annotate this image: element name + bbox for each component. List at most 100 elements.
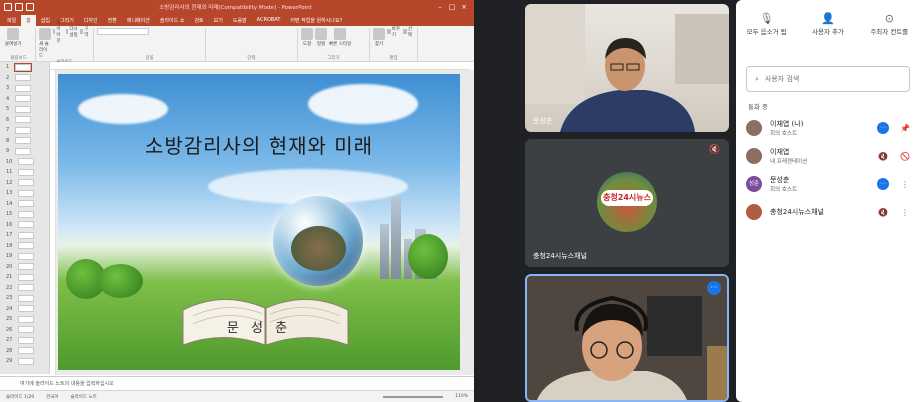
minimize-icon[interactable]: – bbox=[434, 3, 446, 11]
ribbon-small-button[interactable]: 구역 bbox=[79, 27, 90, 38]
video-tile-moon[interactable]: 문성춘 bbox=[525, 4, 729, 132]
close-icon[interactable]: × bbox=[458, 3, 470, 11]
participant-row[interactable]: 충청24시뉴스채널 🔇 ⋮ bbox=[746, 198, 916, 226]
slide-thumbnail[interactable]: 24 bbox=[0, 304, 49, 315]
slide-preview bbox=[15, 105, 32, 113]
ribbon-button[interactable]: 빠른 스타일 bbox=[329, 28, 351, 55]
slide-thumbnail[interactable]: 16 bbox=[0, 220, 49, 231]
ribbon-small-button[interactable]: 레이아웃 bbox=[53, 21, 64, 44]
ribbon-tab[interactable]: 슬라이드 쇼 bbox=[155, 15, 190, 26]
cloud bbox=[308, 84, 418, 124]
slide-thumbnail[interactable]: 18 bbox=[0, 241, 49, 252]
video-tile-news[interactable]: 🔇 충청24시뉴스 충청24시뉴스채널 bbox=[525, 139, 729, 267]
ribbon-button[interactable]: 붙여넣기 bbox=[5, 28, 22, 55]
more-options-icon[interactable]: ⋯ bbox=[707, 281, 721, 295]
notes-pane[interactable]: 여기에 슬라이드 노트의 내용을 입력하십시오 bbox=[0, 376, 474, 390]
ribbon-button-label: 레이아웃 bbox=[56, 20, 61, 44]
ribbon-tab[interactable]: 디자인 bbox=[79, 15, 103, 26]
participant-status-icon[interactable]: ⋯ bbox=[872, 178, 894, 190]
ribbon-tab[interactable]: 도움말 bbox=[228, 15, 252, 26]
slide-thumbnail[interactable]: 14 bbox=[0, 199, 49, 210]
slide-thumbnail[interactable]: 19 bbox=[0, 251, 49, 262]
slide-thumbnail[interactable]: 29 bbox=[0, 356, 49, 367]
video-tile-self[interactable]: ⋯ bbox=[525, 274, 729, 402]
slide-thumbnail[interactable]: 3 bbox=[0, 83, 49, 94]
slide-thumbnail[interactable]: 26 bbox=[0, 325, 49, 336]
slide-thumbnail[interactable]: 7 bbox=[0, 125, 49, 136]
ribbon-small-button[interactable]: 바꾸기 bbox=[387, 27, 401, 38]
participant-status-icon[interactable]: 🔇 bbox=[872, 152, 894, 161]
ribbon-tab[interactable]: 검토 bbox=[189, 15, 208, 26]
undo-icon[interactable] bbox=[15, 3, 23, 11]
slide-title[interactable]: 소방감리사의 현재와 미래 bbox=[58, 130, 460, 159]
slide-thumbnail[interactable]: 17 bbox=[0, 230, 49, 241]
font-name-box[interactable] bbox=[97, 28, 149, 35]
ribbon-button[interactable]: 새 슬라이드 bbox=[39, 28, 51, 59]
ribbon-group: 찾기 바꾸기 선택 편집 bbox=[370, 27, 418, 61]
slide-preview bbox=[14, 62, 33, 72]
ribbon-button[interactable]: 찾기 bbox=[373, 28, 385, 55]
slide-thumbnail[interactable]: 13 bbox=[0, 188, 49, 199]
panel-action-button[interactable]: 🎙 모두 음소거 됨 bbox=[739, 13, 795, 58]
notes-toggle[interactable]: 슬라이드 노트 bbox=[71, 394, 97, 400]
panel-action-button[interactable]: ⊙ 주최자 컨트롤 bbox=[861, 13, 917, 58]
ribbon-tab[interactable]: 어떤 작업을 원하시나요? bbox=[285, 15, 347, 26]
slide-thumbnail[interactable]: 1 bbox=[0, 62, 49, 73]
participant-row[interactable]: 이재엽 (나) 회의 호스트 ⋯ 📌 bbox=[746, 114, 916, 142]
maximize-icon[interactable]: □ bbox=[446, 3, 458, 11]
redo-icon[interactable] bbox=[26, 3, 34, 11]
slide-preview bbox=[18, 273, 35, 281]
ribbon-group: 도형 정렬 빠른 스타일 그리기 bbox=[298, 28, 370, 61]
slide-thumbnail[interactable]: 2 bbox=[0, 73, 49, 84]
save-icon[interactable] bbox=[4, 3, 12, 11]
slide-thumbnail[interactable]: 5 bbox=[0, 104, 49, 115]
slide-number: 21 bbox=[6, 274, 13, 281]
participant-action-icon[interactable]: 📌 bbox=[894, 124, 916, 133]
slide-thumbnail[interactable]: 12 bbox=[0, 178, 49, 189]
panel-action-button[interactable]: 👤 사용자 추가 bbox=[800, 13, 856, 58]
ribbon-tab[interactable]: 보기 bbox=[209, 15, 228, 26]
slide-thumbnail[interactable]: 15 bbox=[0, 209, 49, 220]
participant-action-icon[interactable]: 🚫 bbox=[894, 152, 916, 161]
slide-thumbnail[interactable]: 20 bbox=[0, 262, 49, 273]
slide-thumbnail[interactable]: 22 bbox=[0, 283, 49, 294]
ribbon-tab[interactable]: 전환 bbox=[103, 15, 122, 26]
slide-thumbnail[interactable]: 4 bbox=[0, 94, 49, 105]
slide[interactable]: 소방감리사의 현재와 미래 문 성 춘 bbox=[58, 74, 460, 370]
participant-action-icon[interactable]: ⋮ bbox=[894, 180, 916, 189]
slide-author[interactable]: 문 성 춘 bbox=[58, 317, 460, 336]
ribbon-tab[interactable]: 애니메이션 bbox=[122, 15, 155, 26]
ribbon-button[interactable]: 정렬 bbox=[315, 28, 327, 55]
participant-row[interactable]: 성춘 문성춘 회의 호스트 ⋯ ⋮ bbox=[746, 170, 916, 198]
slide-thumbnail[interactable]: 10 bbox=[0, 157, 49, 168]
slide-thumbnail[interactable]: 6 bbox=[0, 115, 49, 126]
slide-preview bbox=[18, 326, 35, 334]
ribbon-tab[interactable]: ACROBAT bbox=[252, 15, 286, 26]
zoom-slider[interactable] bbox=[383, 395, 444, 398]
slide-thumbnail[interactable]: 21 bbox=[0, 272, 49, 283]
slide-thumbnail[interactable]: 8 bbox=[0, 136, 49, 147]
slide-thumbnail[interactable]: 28 bbox=[0, 346, 49, 357]
slide-thumbnail[interactable]: 9 bbox=[0, 146, 49, 157]
slide-preview bbox=[18, 242, 35, 250]
ribbon-tab[interactable]: 파일 bbox=[2, 15, 21, 26]
slide-thumbnail[interactable]: 25 bbox=[0, 314, 49, 325]
slide-thumbnail[interactable]: 27 bbox=[0, 335, 49, 346]
participant-action-icon[interactable]: ⋮ bbox=[894, 208, 916, 217]
ribbon-tab[interactable]: 삽입 bbox=[36, 15, 55, 26]
slide-number: 15 bbox=[6, 211, 13, 218]
ribbon-button[interactable]: 도형 bbox=[301, 28, 313, 55]
search-input[interactable]: ⌕ 사용자 검색 bbox=[746, 66, 910, 92]
ribbon-small-button[interactable]: 다시 설정 bbox=[66, 27, 78, 38]
ribbon-small-button[interactable]: 선택 bbox=[403, 27, 414, 38]
participant-role: 회의 호스트 bbox=[770, 187, 798, 193]
mic-off-icon: 🔇 bbox=[878, 151, 888, 161]
slide-thumbnail[interactable]: 23 bbox=[0, 293, 49, 304]
zoom-level[interactable]: 110% bbox=[455, 394, 468, 399]
participant-name: 충청24시뉴스채널 bbox=[770, 208, 824, 216]
participant-status-icon[interactable]: 🔇 bbox=[872, 208, 894, 217]
slide-thumbnail[interactable]: 11 bbox=[0, 167, 49, 178]
participant-status-icon[interactable]: ⋯ bbox=[872, 122, 894, 134]
ribbon-tab[interactable]: 홈 bbox=[21, 15, 36, 26]
participant-row[interactable]: 이재엽 내 프레젠테이션 🔇 🚫 bbox=[746, 142, 916, 170]
